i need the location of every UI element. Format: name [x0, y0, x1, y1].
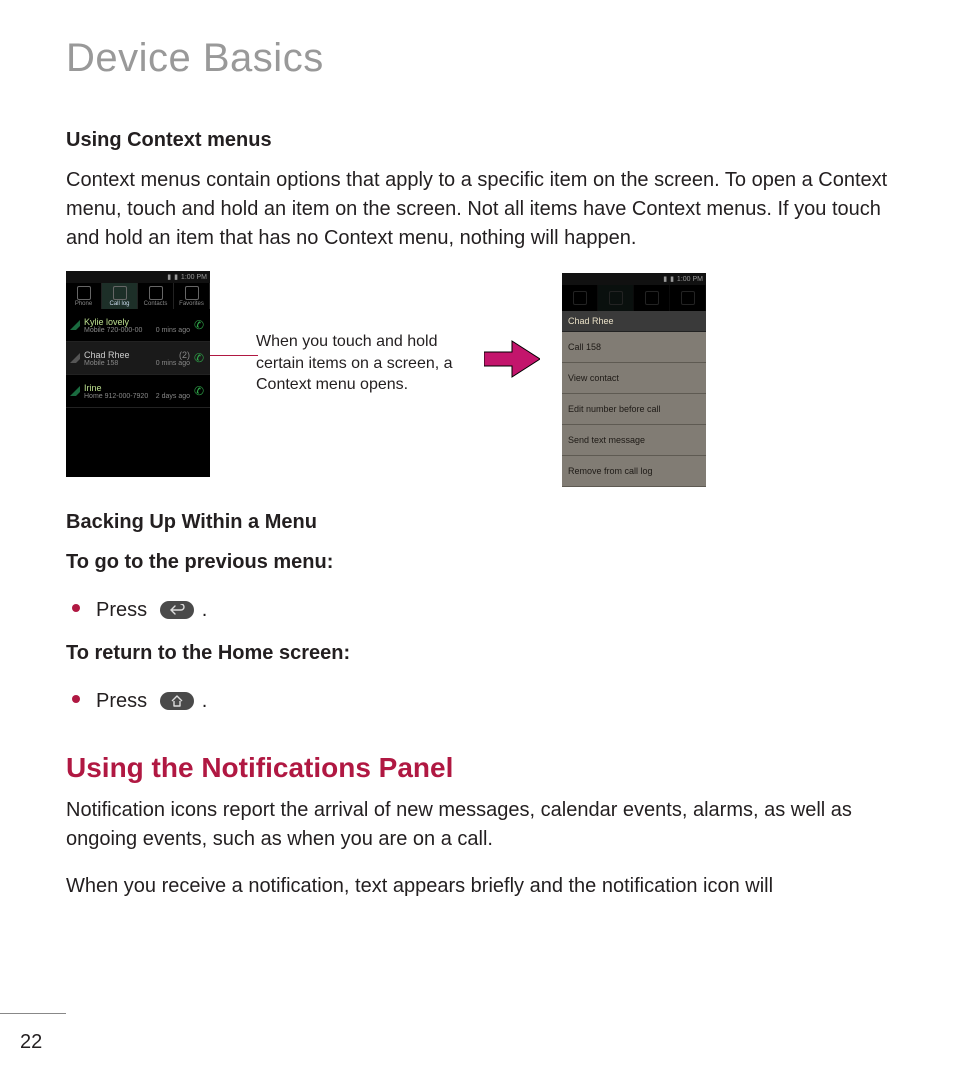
list-item: Kylie lovely Mobile 720-000-000 mins ago…: [66, 309, 210, 342]
press-word: Press: [96, 599, 147, 621]
label-previous-menu: To go to the previous menu:: [66, 548, 892, 577]
figure-row: ▮ ▮ 1:00 PM Phone Call log Contacts Favo…: [66, 271, 892, 489]
outgoing-call-icon: [70, 353, 80, 363]
paragraph-notifications-2: When you receive a notification, text ap…: [66, 872, 892, 901]
outgoing-call-icon: [70, 386, 80, 396]
heading-notifications-panel: Using the Notifications Panel: [66, 752, 892, 784]
list-item: Chad Rhee (2) Mobile 1580 mins ago ✆: [66, 342, 210, 375]
battery-icon: ▮: [670, 275, 674, 283]
signal-icon: ▮: [663, 275, 667, 283]
step-press-back: Press .: [66, 595, 892, 625]
call-icon: ✆: [194, 319, 206, 331]
screenshot-context-menu: ▮ ▮ 1:00 PM Chad Rhee Call 158 View cont…: [562, 273, 706, 479]
context-menu-header: Chad Rhee: [562, 311, 706, 332]
section-title: Device Basics: [66, 36, 892, 81]
call-count-badge: (2): [179, 350, 190, 360]
clock-text: 1:00 PM: [677, 276, 703, 283]
callout-text: When you touch and hold certain items on…: [256, 331, 456, 396]
call-icon: ✆: [194, 385, 206, 397]
context-menu-item: Send text message: [562, 425, 706, 456]
status-bar: ▮ ▮ 1:00 PM: [562, 273, 706, 285]
screenshot-call-log: ▮ ▮ 1:00 PM Phone Call log Contacts Favo…: [66, 271, 210, 477]
battery-icon: ▮: [174, 273, 178, 281]
outgoing-call-icon: [70, 320, 80, 330]
signal-icon: ▮: [167, 273, 171, 281]
step-press-home: Press .: [66, 686, 892, 716]
tab-bar: Phone Call log Contacts Favorites: [66, 283, 210, 309]
label-home-screen: To return to the Home screen:: [66, 639, 892, 668]
contact-name: Irine: [84, 383, 190, 393]
page-number: 22: [20, 1031, 42, 1054]
back-key-icon: [160, 601, 194, 619]
press-word: Press: [96, 690, 147, 712]
call-log-list: Kylie lovely Mobile 720-000-000 mins ago…: [66, 309, 210, 408]
paragraph-context-menus: Context menus contain options that apply…: [66, 166, 892, 253]
tab-contacts: Contacts: [138, 283, 174, 309]
context-menu-item: View contact: [562, 363, 706, 394]
heading-backing-up: Backing Up Within a Menu: [66, 511, 892, 534]
list-item: Irine Home 912-000-79202 days ago ✆: [66, 375, 210, 408]
call-icon: ✆: [194, 352, 206, 364]
footer-rule: [0, 1013, 66, 1014]
tab-phone: Phone: [66, 283, 102, 309]
contact-name: Chad Rhee: [84, 350, 130, 360]
tab-favorites: Favorites: [174, 283, 210, 309]
home-key-icon: [160, 692, 194, 710]
heading-context-menus: Using Context menus: [66, 129, 892, 152]
status-bar: ▮ ▮ 1:00 PM: [66, 271, 210, 283]
callout-connector: [210, 355, 258, 356]
contact-name: Kylie lovely: [84, 317, 190, 327]
context-menu-item: Edit number before call: [562, 394, 706, 425]
tab-call-log: Call log: [102, 283, 138, 309]
context-menu-item: Remove from call log: [562, 456, 706, 487]
arrow-icon: [484, 339, 540, 384]
clock-text: 1:00 PM: [181, 274, 207, 281]
tab-bar-dimmed: [562, 285, 706, 311]
paragraph-notifications-1: Notification icons report the arrival of…: [66, 796, 892, 854]
context-menu-item: Call 158: [562, 332, 706, 363]
